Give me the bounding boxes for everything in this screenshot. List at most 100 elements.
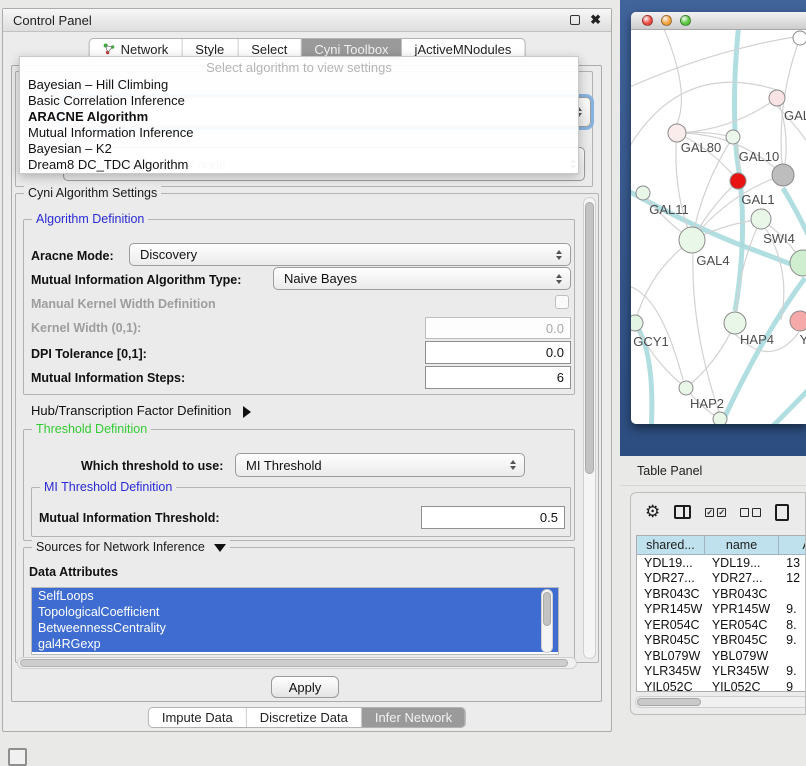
expander-collapsed-icon (243, 406, 251, 418)
table-row[interactable]: YDR27...YDR27...12 (637, 571, 806, 587)
table-column-header[interactable]: A (779, 536, 806, 554)
table-cell: YBR043C (637, 586, 705, 602)
network-node-gal4[interactable] (679, 227, 705, 253)
network-node-gcy1[interactable] (631, 315, 643, 331)
data-attributes-list[interactable]: SelfLoopsTopologicalCoefficientBetweenne… (31, 587, 559, 655)
tab-label: Cyni Toolbox (314, 42, 388, 57)
table-row[interactable]: YBR043CYBR043C (637, 586, 806, 602)
attributes-scrollbar-thumb[interactable] (543, 592, 551, 626)
which-threshold-value: MI Threshold (246, 458, 322, 473)
table-cell: YIL052C (705, 679, 779, 692)
data-attribute-item[interactable]: gal4RGexp (32, 636, 558, 652)
table-column-header[interactable]: shared... (637, 536, 705, 554)
which-threshold-combobox[interactable]: MI Threshold (235, 453, 525, 477)
table-panel-window: ⚙ ✓✓ shared...nameA YDL19...YDL19...13YD… (630, 492, 806, 715)
network-edge (635, 240, 692, 323)
algorithm-option[interactable]: Bayesian – K2 (20, 141, 578, 157)
control-panel-window: Control Panel ✖ NetworkStyleSelectCyni T… (2, 8, 612, 732)
table-row[interactable]: YBL079WYBL079W (637, 648, 806, 664)
table-cell: YDL19... (705, 555, 779, 571)
table-row[interactable]: YER054CYER054C8. (637, 617, 806, 633)
zoom-window-icon[interactable] (680, 15, 691, 26)
algorithm-option[interactable]: ARACNE Algorithm (20, 109, 578, 125)
settings-scrollbar-thumb[interactable] (585, 202, 594, 474)
algorithm-option[interactable]: Mutual Information Inference (20, 125, 578, 141)
table-cell: YLR345W (637, 664, 705, 680)
hub-definition-expander[interactable]: Hub/Transcription Factor Definition (31, 403, 251, 418)
settings-horizontal-scrollbar[interactable] (17, 657, 577, 669)
manual-kernel-width-label: Manual Kernel Width Definition (31, 297, 216, 311)
table-row[interactable]: YLR345WYLR345W9. (637, 664, 806, 680)
network-edge (734, 30, 742, 311)
bottom-tab-infer-network[interactable]: Infer Network (362, 708, 465, 727)
combo-stepper-icon (556, 250, 562, 260)
table-cell: 12 (779, 571, 806, 587)
algorithm-option[interactable]: Bayesian – Hill Climbing (20, 77, 578, 93)
close-panel-icon[interactable]: ✖ (590, 15, 601, 25)
table-column-header[interactable]: name (705, 536, 779, 554)
columns-icon[interactable] (674, 505, 691, 519)
table-cell: 9 (779, 679, 806, 692)
table-row[interactable]: YDL19...YDL19...13 (637, 555, 806, 571)
gear-icon[interactable]: ⚙ (645, 502, 660, 522)
settings-vertical-scrollbar[interactable] (583, 197, 596, 659)
bottom-tab-label: Infer Network (375, 710, 452, 725)
network-node-hap4[interactable] (724, 312, 746, 334)
mi-steps-field[interactable]: 6 (425, 366, 571, 389)
network-node-gal[interactable] (769, 90, 785, 106)
mi-algorithm-type-combobox[interactable]: Naive Bayes (273, 267, 571, 290)
algorithm-option[interactable]: Basic Correlation Inference (20, 93, 578, 109)
network-node[interactable] (793, 31, 806, 45)
network-node-label: HAP4 (740, 332, 774, 347)
network-edge (631, 36, 800, 90)
network-node[interactable] (713, 412, 727, 424)
network-node-y[interactable] (790, 311, 806, 331)
bottom-tab-discretize-data[interactable]: Discretize Data (247, 708, 362, 727)
network-node[interactable] (726, 130, 740, 144)
settings-hscrollbar-thumb[interactable] (20, 659, 568, 667)
network-node-label: GAL4 (696, 253, 729, 268)
attributes-scrollbar[interactable] (541, 589, 553, 653)
bottom-tab-impute-data[interactable]: Impute Data (149, 708, 247, 727)
data-attribute-item[interactable]: TopologicalCoefficient (32, 604, 558, 620)
network-node-swi4[interactable] (790, 250, 806, 276)
cyni-bottom-tabs: Impute DataDiscretize Data Infer Network (148, 707, 466, 728)
aracne-mode-combobox[interactable]: Discovery (129, 243, 571, 266)
data-attribute-item[interactable]: BetweennessCentrality (32, 620, 558, 636)
threshold-definition-title: Threshold Definition (32, 422, 151, 436)
mi-algorithm-type-label: Mutual Information Algorithm Type: (31, 273, 241, 287)
network-node-gal10[interactable] (772, 164, 794, 186)
algorithm-option[interactable]: Dream8 DC_TDC Algorithm (20, 157, 578, 173)
table-row[interactable]: YIL052CYIL052C9 (637, 679, 806, 692)
network-canvas[interactable]: GALGAL80GAL10GAL1GAL11GAL4SWI4HAP4YGCY1H… (631, 30, 806, 424)
tab-label: jActiveMNodules (415, 42, 512, 57)
node-table[interactable]: shared...nameA YDL19...YDL19...13YDR27..… (636, 535, 806, 692)
network-node[interactable] (730, 173, 746, 189)
mi-threshold-field[interactable]: 0.5 (421, 506, 565, 529)
table-cell: YDR27... (637, 571, 705, 587)
table-row[interactable]: YBR045CYBR045C9. (637, 633, 806, 649)
docked-panel-grip-icon[interactable] (8, 748, 27, 766)
deselect-all-columns-icon[interactable] (740, 508, 761, 517)
network-node-gal11[interactable] (636, 186, 650, 200)
table-row[interactable]: YPR145WYPR145W9. (637, 602, 806, 618)
minimize-window-icon[interactable] (661, 15, 672, 26)
new-table-icon[interactable] (775, 504, 789, 521)
network-view-window[interactable]: GALGAL80GAL10GAL1GAL11GAL4SWI4HAP4YGCY1H… (631, 12, 806, 424)
kernel-width-field[interactable]: 0.0 (425, 317, 571, 339)
select-all-columns-icon[interactable]: ✓✓ (705, 508, 726, 517)
network-node-gal1[interactable] (751, 209, 771, 229)
float-panel-icon[interactable] (570, 15, 580, 25)
manual-kernel-width-checkbox[interactable] (555, 295, 569, 309)
table-horizontal-scrollbar[interactable] (635, 696, 806, 708)
sources-title[interactable]: Sources for Network Inference (32, 540, 230, 554)
data-attribute-item[interactable]: SelfLoops (32, 588, 558, 604)
apply-button[interactable]: Apply (271, 676, 339, 698)
network-node-hap2[interactable] (679, 381, 693, 395)
network-node-label: GAL10 (739, 149, 779, 164)
mi-threshold-definition-title: MI Threshold Definition (40, 480, 176, 494)
close-window-icon[interactable] (642, 15, 653, 26)
dpi-tolerance-field[interactable]: 0.0 (425, 341, 571, 364)
table-cell: YER054C (637, 617, 705, 633)
table-hscrollbar-thumb[interactable] (637, 698, 701, 706)
